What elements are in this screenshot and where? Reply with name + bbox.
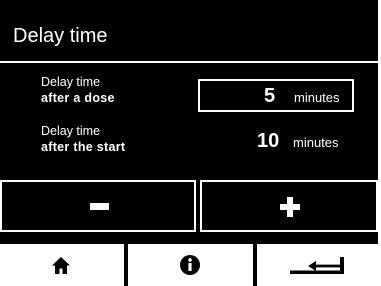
value-unit: minutes (294, 90, 340, 105)
setting-label-line1: Delay time (41, 75, 101, 89)
setting-label-line2: after a dose (41, 91, 115, 105)
increase-button[interactable] (200, 180, 378, 232)
info-icon (180, 255, 200, 275)
info-button[interactable] (128, 244, 253, 286)
page-title: Delay time (13, 25, 108, 47)
value-number-after-start: 10 (257, 130, 280, 152)
home-button[interactable] (0, 244, 124, 286)
plus-icon (280, 197, 300, 217)
home-icon (52, 257, 70, 274)
minus-icon (90, 203, 109, 210)
decrease-button[interactable] (0, 180, 196, 232)
value-number: 5 (264, 85, 276, 107)
return-arrow-icon (290, 257, 344, 274)
back-button[interactable] (257, 244, 378, 286)
value-unit-after-start: minutes (293, 135, 339, 150)
setting-label-after-dose: Delay time after a dose (41, 74, 115, 106)
setting-label-line1: Delay time (41, 124, 101, 138)
device-screen: Delay time Delay time after a dose 5 min… (0, 0, 378, 286)
setting-label-line2: after the start (41, 140, 126, 154)
value-field-after-dose[interactable]: 5 minutes (198, 79, 354, 112)
header-divider (0, 61, 378, 63)
setting-label-after-start: Delay time after the start (41, 123, 125, 155)
